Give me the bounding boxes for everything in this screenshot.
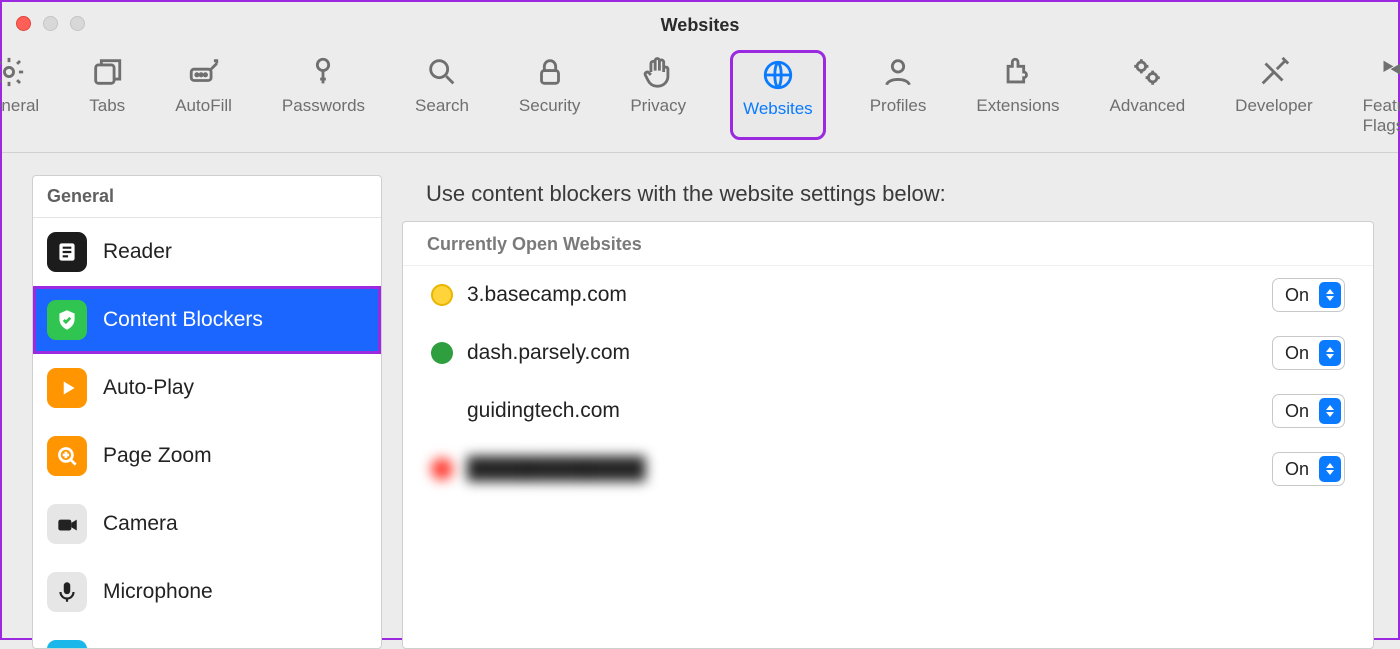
hand-icon <box>640 54 676 90</box>
sidebar-item-reader[interactable]: Reader <box>33 218 381 286</box>
window-title: Websites <box>2 2 1398 36</box>
play-icon <box>47 368 87 408</box>
reader-icon <box>47 232 87 272</box>
toolbar-tab-search[interactable]: Search <box>409 50 475 140</box>
toolbar-tab-label: Search <box>415 96 469 116</box>
select-arrows-icon <box>1319 398 1341 424</box>
content-blocker-select[interactable]: On <box>1272 278 1345 312</box>
sidebar-item-content-blockers[interactable]: Content Blockers <box>33 286 381 354</box>
toolbar-tab-developer[interactable]: Developer <box>1229 50 1319 140</box>
toolbar-tab-tabs[interactable]: Tabs <box>83 50 131 140</box>
shield-check-icon <box>47 300 87 340</box>
toolbar-tab-label: AutoFill <box>175 96 232 116</box>
sidebar-item-label: Camera <box>103 512 178 536</box>
select-value: On <box>1285 285 1309 306</box>
content-blocker-select[interactable]: On <box>1272 336 1345 370</box>
key-icon <box>305 54 341 90</box>
select-arrows-icon <box>1319 282 1341 308</box>
select-value: On <box>1285 401 1309 422</box>
site-domain: 3.basecamp.com <box>467 283 627 307</box>
toolbar-tab-security[interactable]: Security <box>513 50 586 140</box>
puzzle-icon <box>1000 54 1036 90</box>
person-icon <box>880 54 916 90</box>
toolbar-tab-label: Tabs <box>89 96 125 116</box>
toolbar-tab-label: Feature Flags <box>1363 96 1400 136</box>
site-domain: dash.parsely.com <box>467 341 630 365</box>
close-window-button[interactable] <box>16 16 31 31</box>
site-favicon <box>431 342 453 364</box>
maximize-window-button[interactable] <box>70 16 85 31</box>
tools-icon <box>1256 54 1292 90</box>
toolbar-tab-general[interactable]: General <box>0 50 45 140</box>
toolbar-tab-label: Privacy <box>630 96 686 116</box>
zoom-icon <box>47 436 87 476</box>
site-favicon <box>431 284 453 306</box>
panel-title: Currently Open Websites <box>403 222 1373 266</box>
preferences-toolbar: General Tabs AutoFill Passwords Search S… <box>2 36 1398 153</box>
window-traffic-lights <box>16 16 85 31</box>
main-heading: Use content blockers with the website se… <box>402 175 1374 221</box>
toolbar-tab-autofill[interactable]: AutoFill <box>169 50 238 140</box>
toolbar-tab-feature-flags[interactable]: Feature Flags <box>1357 50 1400 140</box>
microphone-icon <box>47 572 87 612</box>
toolbar-tab-label: Extensions <box>976 96 1059 116</box>
sidebar-item-label: Content Blockers <box>103 308 263 332</box>
site-row[interactable]: ████████████ On <box>403 440 1373 498</box>
site-domain: ████████████ <box>467 457 646 481</box>
toolbar-tab-passwords[interactable]: Passwords <box>276 50 371 140</box>
toolbar-tab-advanced[interactable]: Advanced <box>1104 50 1192 140</box>
toolbar-tab-websites[interactable]: Websites <box>730 50 826 140</box>
toolbar-tab-extensions[interactable]: Extensions <box>970 50 1065 140</box>
toolbar-tab-profiles[interactable]: Profiles <box>864 50 933 140</box>
select-arrows-icon <box>1319 340 1341 366</box>
lock-icon <box>532 54 568 90</box>
autofill-icon <box>186 54 222 90</box>
site-domain: guidingtech.com <box>467 399 620 423</box>
sidebar-item-label: Microphone <box>103 580 213 604</box>
flags-icon <box>1374 54 1400 90</box>
select-arrows-icon <box>1319 456 1341 482</box>
toolbar-tab-label: Websites <box>743 99 813 119</box>
sidebar-item-label: Reader <box>103 240 172 264</box>
camera-icon <box>47 504 87 544</box>
sidebar-item-label: Auto-Play <box>103 376 194 400</box>
sidebar: General Reader Content Blockers Auto-Pla… <box>32 175 382 649</box>
screen-sharing-icon <box>47 640 87 649</box>
gears-icon <box>1129 54 1165 90</box>
toolbar-tab-label: General <box>0 96 39 116</box>
toolbar-tab-label: Passwords <box>282 96 365 116</box>
main-pane: Use content blockers with the website se… <box>402 175 1374 649</box>
gear-icon <box>0 54 27 90</box>
globe-icon <box>760 57 796 93</box>
sidebar-item-microphone[interactable]: Microphone <box>33 558 381 626</box>
site-favicon <box>431 458 453 480</box>
sidebar-item-label: Page Zoom <box>103 444 212 468</box>
sidebar-item-screen-sharing[interactable]: Screen Sharing <box>33 626 381 649</box>
toolbar-tab-label: Security <box>519 96 580 116</box>
tabs-icon <box>89 54 125 90</box>
content-blocker-select[interactable]: On <box>1272 394 1345 428</box>
search-icon <box>424 54 460 90</box>
minimize-window-button[interactable] <box>43 16 58 31</box>
select-value: On <box>1285 343 1309 364</box>
toolbar-tab-label: Advanced <box>1110 96 1186 116</box>
site-row[interactable]: dash.parsely.com On <box>403 324 1373 382</box>
select-value: On <box>1285 459 1309 480</box>
toolbar-tab-privacy[interactable]: Privacy <box>624 50 692 140</box>
sidebar-item-camera[interactable]: Camera <box>33 490 381 558</box>
sidebar-item-auto-play[interactable]: Auto-Play <box>33 354 381 422</box>
toolbar-tab-label: Profiles <box>870 96 927 116</box>
content-blocker-select[interactable]: On <box>1272 452 1345 486</box>
sidebar-section-header: General <box>33 176 381 218</box>
site-favicon <box>431 400 453 422</box>
websites-panel: Currently Open Websites 3.basecamp.com O… <box>402 221 1374 649</box>
toolbar-tab-label: Developer <box>1235 96 1313 116</box>
site-row[interactable]: guidingtech.com On <box>403 382 1373 440</box>
sidebar-item-page-zoom[interactable]: Page Zoom <box>33 422 381 490</box>
site-row[interactable]: 3.basecamp.com On <box>403 266 1373 324</box>
